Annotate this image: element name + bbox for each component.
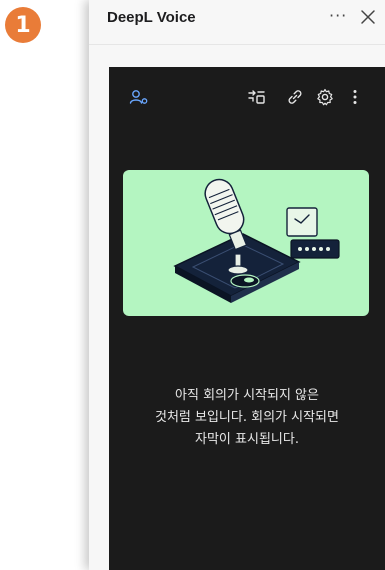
empty-state-line-3: 자막이 표시됩니다. (195, 432, 299, 447)
settings-icon[interactable] (315, 87, 335, 107)
more-options-button[interactable]: ··· (329, 6, 347, 25)
microphone-illustration (123, 170, 369, 316)
meeting-captions-area: 아직 회의가 시작되지 않은 것처럼 보입니다. 회의가 시작되면 자막이 표시… (109, 67, 385, 570)
deepl-voice-panel: DeepL Voice ··· 아직 회의가 시작되지 않은 것처럼 보입니다.… (89, 0, 385, 570)
more-vertical-icon[interactable] (345, 87, 365, 107)
empty-state-message: 아직 회의가 시작되지 않은 것처럼 보입니다. 회의가 시작되면 자막이 표시… (115, 385, 379, 451)
window-titlebar: DeepL Voice ··· (89, 0, 385, 45)
screenshot: 1 DeepL Voice ··· 아직 회의가 시작되지 않은 것처럼 보입니… (0, 0, 385, 570)
microphone-illustration-art (173, 178, 340, 303)
switch-languages-icon[interactable] (247, 87, 267, 107)
empty-state-line-2: 것처럼 보입니다. 회의가 시작되면 (155, 410, 339, 425)
link-icon[interactable] (285, 87, 305, 107)
step-number-badge: 1 (5, 7, 41, 43)
empty-state-line-1: 아직 회의가 시작되지 않은 (175, 388, 319, 403)
window-title: DeepL Voice (107, 9, 196, 26)
participants-icon[interactable] (129, 87, 149, 107)
close-icon[interactable] (359, 8, 377, 26)
